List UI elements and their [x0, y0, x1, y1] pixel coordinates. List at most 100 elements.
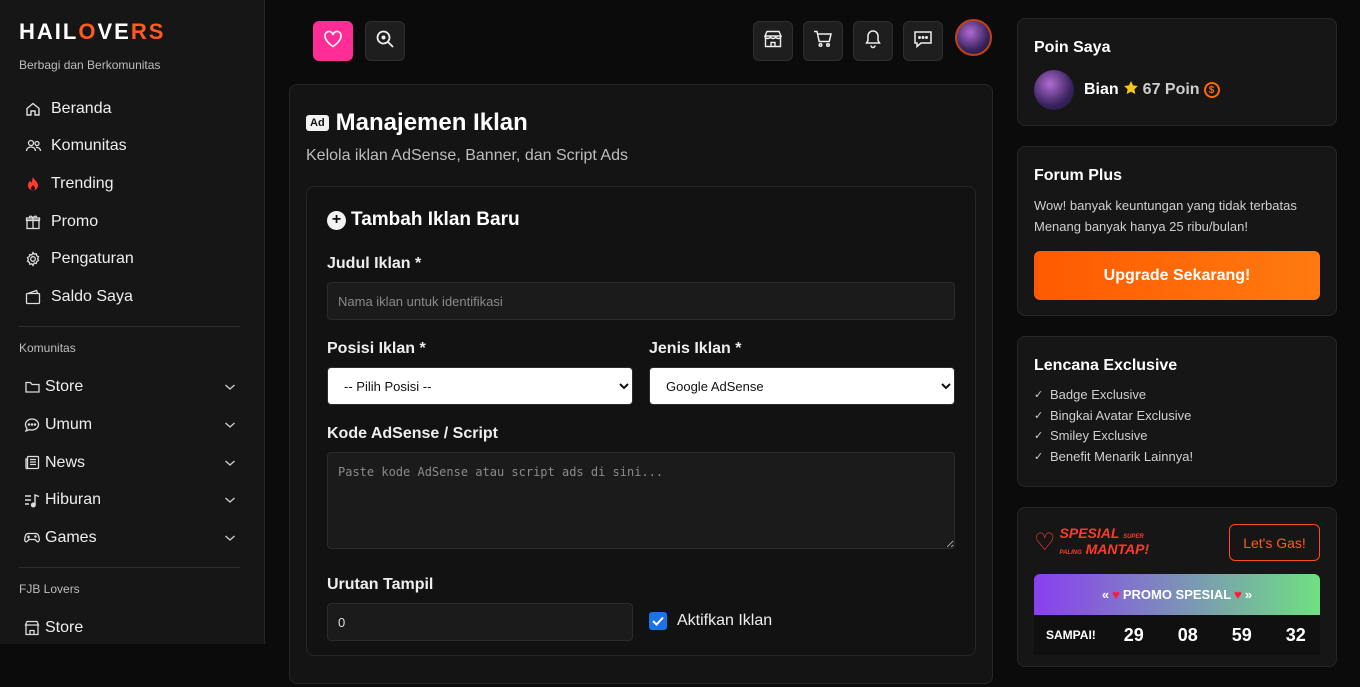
- urutan-label: Urutan Tampil: [327, 576, 434, 593]
- countdown-minutes: 59: [1231, 624, 1252, 645]
- user-name[interactable]: Bian: [1084, 81, 1119, 99]
- site-logo[interactable]: HAIL O VE RS: [19, 19, 240, 44]
- chevron-down-icon[interactable]: [224, 378, 236, 396]
- category-hiburan[interactable]: Hiburan: [19, 481, 240, 519]
- favorites-button[interactable]: [313, 21, 353, 61]
- promo-card: ♡ SPESIAL SUPER PALING MANTAP! Let's Gas…: [1017, 507, 1337, 667]
- promo-logo-bottom-row: PALING MANTAP!: [1059, 542, 1150, 559]
- chevron-down-icon[interactable]: [224, 529, 236, 547]
- section-label-fjb: FJB Lovers: [19, 581, 80, 596]
- list-item-label: Badge Exclusive: [1050, 387, 1147, 402]
- category-store[interactable]: Store: [19, 369, 240, 407]
- sidebar-divider: [19, 566, 240, 568]
- nav-item-saldo[interactable]: Saldo Saya: [19, 278, 240, 316]
- lencana-list: ✓ Badge Exclusive ✓ Bingkai Avatar Exclusi…: [1034, 385, 1320, 468]
- category-umum[interactable]: Umum: [19, 406, 240, 444]
- logo-text-o: O: [78, 19, 98, 44]
- check-icon: ✓: [1034, 409, 1044, 422]
- jenis-select[interactable]: Google AdSense: [649, 367, 955, 405]
- judul-input[interactable]: [327, 282, 955, 320]
- bell-icon: [864, 29, 882, 54]
- poin-value: 67 Poin: [1142, 81, 1200, 98]
- home-icon: [24, 100, 42, 118]
- poin-card: Poin Saya Bian 67 Poin $: [1017, 18, 1337, 126]
- main-nav: Beranda Komunitas Trending Promo Pengatu…: [19, 90, 240, 316]
- search-button[interactable]: [365, 21, 405, 61]
- heart-icon: ♡: [1034, 528, 1056, 556]
- sidebar-divider: [19, 325, 240, 327]
- list-item-label: Smiley Exclusive: [1050, 428, 1148, 444]
- list-item-label: Bingkai Avatar Exclusive: [1050, 407, 1192, 423]
- posisi-select[interactable]: -- Pilih Posisi --: [327, 367, 633, 405]
- poin-row: Bian 67 Poin $: [1034, 70, 1320, 110]
- forum-plus-line: Menang banyak hanya 25 ribu/bulan!: [1034, 219, 1248, 234]
- lets-gas-button[interactable]: Let's Gas!: [1229, 524, 1320, 561]
- logo-text-2: VE: [97, 19, 131, 44]
- page-header: Ad Manajemen Iklan: [306, 109, 976, 137]
- top-bar: [265, 0, 1018, 84]
- nav-item-promo[interactable]: Promo: [19, 203, 240, 241]
- store-button[interactable]: [753, 21, 793, 61]
- cart-button[interactable]: [803, 21, 843, 61]
- fjb-item-store[interactable]: Store: [19, 610, 240, 648]
- heart-icon: ♥: [1112, 587, 1120, 602]
- countdown-hours: 08: [1177, 624, 1198, 645]
- posisi-jenis-row: Posisi Iklan * -- Pilih Posisi -- Jenis …: [327, 340, 955, 405]
- judul-group: Judul Iklan *: [327, 255, 955, 320]
- category-label: Store: [45, 619, 84, 637]
- chat-icon: [24, 417, 40, 433]
- kode-textarea[interactable]: [327, 452, 955, 549]
- chevron-down-icon[interactable]: [224, 454, 236, 472]
- countdown-days: 29: [1123, 624, 1144, 645]
- nav-item-trending[interactable]: Trending: [19, 165, 240, 203]
- chevron-down-icon[interactable]: [224, 416, 236, 434]
- lencana-title: Lencana Exclusive: [1034, 357, 1178, 374]
- nav-item-komunitas[interactable]: Komunitas: [19, 128, 240, 166]
- avatar[interactable]: [1034, 70, 1074, 110]
- banner-right: »: [1244, 587, 1253, 602]
- star-icon: [1123, 80, 1139, 101]
- page-title: Manajemen Iklan: [335, 109, 528, 136]
- lencana-card: Lencana Exclusive ✓ Badge Exclusive ✓ Bing…: [1017, 336, 1337, 487]
- promo-countdown: SAMPAI! 29 08 59 32: [1034, 615, 1320, 655]
- fire-icon: [24, 175, 42, 193]
- gear-icon: [24, 250, 42, 268]
- judul-label: Judul Iklan *: [327, 255, 422, 272]
- nav-label: Pengaturan: [51, 250, 134, 268]
- list-item: ✓ Benefit Menarik Lainnya!: [1034, 447, 1320, 468]
- forum-plus-card: Forum Plus Wow! banyak keuntungan yang t…: [1017, 146, 1337, 316]
- aktif-checkbox-row[interactable]: Aktifkan Iklan: [649, 612, 955, 630]
- upgrade-button[interactable]: Upgrade Sekarang!: [1034, 251, 1320, 300]
- category-games[interactable]: Games: [19, 519, 240, 557]
- aktif-checkbox[interactable]: [649, 612, 667, 630]
- promo-logo-text: SPESIAL SUPER PALING MANTAP!: [1059, 524, 1150, 559]
- heart-icon: ♥: [1234, 587, 1242, 602]
- notifications-button[interactable]: [853, 21, 893, 61]
- promo-logo-top: SPESIAL: [1059, 524, 1120, 541]
- nav-item-pengaturan[interactable]: Pengaturan: [19, 240, 240, 278]
- banner-left: «: [1101, 587, 1110, 602]
- kode-label: Kode AdSense / Script: [327, 425, 498, 442]
- messages-button[interactable]: [903, 21, 943, 61]
- komunitas-list: Store Umum News Hiburan Games: [19, 369, 240, 557]
- cart-icon: [813, 30, 833, 53]
- category-news[interactable]: News: [19, 444, 240, 482]
- search-icon: [375, 29, 395, 54]
- nav-item-beranda[interactable]: Beranda: [19, 90, 240, 128]
- plus-circle-icon: +: [327, 210, 346, 230]
- chevron-down-icon[interactable]: [224, 491, 236, 509]
- nav-label: Komunitas: [51, 137, 127, 155]
- countdown-seconds: 32: [1285, 624, 1306, 645]
- right-column: Poin Saya Bian 67 Poin $ Forum Plus Wow!…: [1017, 18, 1337, 687]
- user-avatar[interactable]: [955, 19, 992, 56]
- list-item: ✓ Smiley Exclusive: [1034, 426, 1320, 447]
- category-label: Umum: [45, 415, 93, 433]
- folder-icon: [24, 379, 40, 395]
- promo-logo-small-top: SUPER: [1123, 533, 1144, 540]
- promo-banner-text: PROMO SPESIAL: [1122, 587, 1232, 602]
- aktif-group: Aktifkan Iklan: [649, 576, 955, 641]
- urutan-input[interactable]: [327, 603, 633, 641]
- promo-banner[interactable]: « ♥ PROMO SPESIAL ♥ »: [1034, 574, 1320, 615]
- check-icon: ✓: [1034, 451, 1044, 464]
- promo-logo-small-bottom: PALING: [1059, 549, 1082, 556]
